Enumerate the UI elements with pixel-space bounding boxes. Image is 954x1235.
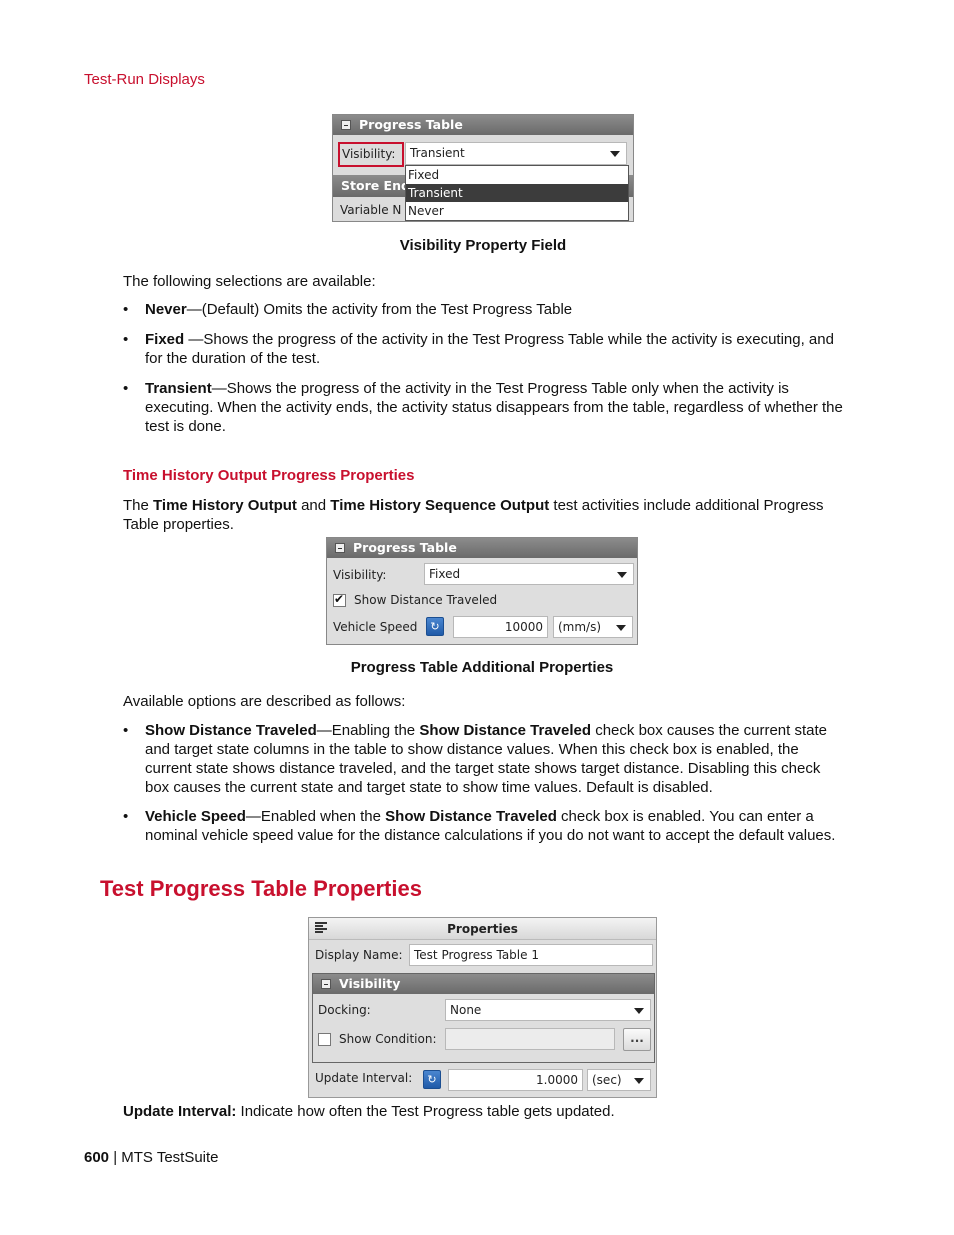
properties-title-bar: Properties — [309, 918, 656, 940]
collapse-icon[interactable] — [335, 543, 345, 553]
group-title: Progress Table — [353, 540, 457, 555]
dropdown-option-never[interactable]: Never — [406, 202, 628, 220]
running-header: Test-Run Displays — [84, 71, 205, 88]
show-distance-checkbox[interactable] — [333, 592, 346, 607]
unit-value: (sec) — [592, 1073, 622, 1087]
chevron-down-icon[interactable] — [634, 1078, 644, 1084]
docking-label: Docking: — [318, 1003, 371, 1017]
vehicle-speed-input[interactable]: 10000 — [453, 616, 548, 638]
show-condition-checkbox[interactable] — [318, 1032, 331, 1046]
list-item: • Fixed —Shows the progress of the activ… — [123, 331, 834, 367]
chevron-down-icon[interactable] — [617, 572, 627, 578]
group-title: Progress Table — [359, 117, 463, 132]
bullet-text: —Shows the progress of the activity in t… — [145, 380, 843, 435]
section-heading: Test Progress Table Properties — [100, 876, 422, 901]
progress-table-additional-properties-screenshot: Progress Table Visibility: Fixed Show Di… — [326, 537, 638, 645]
paragraph: Update Interval: Indicate how often the … — [123, 1103, 615, 1120]
show-condition-row: Show Condition: — [318, 1032, 437, 1046]
list-item: • Never—(Default) Omits the activity fro… — [123, 301, 573, 318]
update-interval-value: 1.0000 — [536, 1073, 578, 1087]
show-distance-row: Show Distance Traveled — [333, 592, 498, 607]
collapse-icon[interactable] — [321, 979, 331, 989]
dropdown-option-fixed[interactable]: Fixed — [406, 166, 628, 184]
chevron-down-icon[interactable] — [610, 151, 620, 157]
list-item: • Transient—Shows the progress of the ac… — [123, 380, 843, 435]
bullet-term: Fixed — [145, 331, 185, 348]
show-condition-input[interactable] — [445, 1028, 615, 1050]
properties-list-icon — [315, 922, 327, 935]
visibility-dropdown-list: Fixed Transient Never — [405, 165, 629, 221]
show-condition-label: Show Condition: — [339, 1032, 437, 1046]
paragraph: Available options are described as follo… — [123, 693, 406, 710]
figure-caption: Progress Table Additional Properties — [350, 659, 614, 676]
visibility-group-header[interactable]: Visibility — [313, 974, 654, 994]
paragraph: The following selections are available: — [123, 273, 376, 290]
figure-caption: Visibility Property Field — [399, 237, 567, 254]
visibility-group: Visibility Docking: None Show Condition:… — [312, 973, 655, 1063]
display-name-value: Test Progress Table 1 — [414, 948, 539, 962]
group-title: Store End — [341, 178, 410, 193]
show-distance-label: Show Distance Traveled — [354, 593, 498, 607]
chevron-down-icon[interactable] — [634, 1008, 644, 1014]
bullet-text: —Shows the progress of the activity in t… — [145, 331, 834, 367]
refresh-units-icon[interactable]: ↻ — [423, 1070, 441, 1089]
test-progress-table-properties-screenshot: Properties Display Name: Test Progress T… — [308, 917, 657, 1098]
update-interval-label: Update Interval: — [315, 1071, 413, 1085]
list-item: • Show Distance Traveled—Enabling the Sh… — [123, 722, 828, 796]
docking-dropdown[interactable]: None — [445, 999, 651, 1021]
visibility-dropdown[interactable]: Fixed — [424, 563, 634, 585]
dropdown-option-transient[interactable]: Transient — [406, 184, 628, 202]
list-item: • Vehicle Speed—Enabled when the Show Di… — [123, 808, 836, 844]
page-footer: 600 | MTS TestSuite — [84, 1149, 219, 1166]
collapse-icon[interactable] — [341, 120, 351, 130]
bullet-term: Transient — [145, 380, 212, 397]
section-heading: Time History Output Progress Properties — [123, 467, 415, 484]
visibility-dropdown-value: Fixed — [429, 567, 461, 581]
properties-title: Properties — [447, 922, 518, 936]
bullet-text: —(Default) Omits the activity from the T… — [186, 301, 573, 318]
visibility-dropdown-value: Transient — [410, 146, 465, 160]
visibility-label-highlighted: Visibility: — [338, 142, 404, 167]
visibility-label: Visibility: — [333, 568, 387, 582]
bullet-term: Never — [145, 301, 187, 318]
vehicle-speed-unit-dropdown[interactable]: (mm/s) — [553, 616, 633, 638]
progress-table-group-header[interactable]: Progress Table — [327, 538, 637, 558]
refresh-units-icon[interactable]: ↻ — [426, 617, 444, 636]
variable-name-label: Variable N — [340, 203, 402, 217]
chevron-down-icon[interactable] — [616, 625, 626, 631]
paragraph: The Time History Output and Time History… — [123, 497, 824, 533]
ellipsis-button[interactable]: ... — [623, 1028, 651, 1051]
group-title: Visibility — [339, 976, 401, 991]
visibility-property-screenshot: Progress Table Visibility: Transient Sto… — [332, 114, 634, 222]
vehicle-speed-value: 10000 — [504, 620, 543, 634]
display-name-input[interactable]: Test Progress Table 1 — [409, 944, 653, 966]
unit-value: (mm/s) — [558, 620, 602, 634]
display-name-label: Display Name: — [315, 948, 403, 962]
update-interval-input[interactable]: 1.0000 — [448, 1069, 583, 1091]
product-name: MTS TestSuite — [121, 1149, 219, 1166]
visibility-dropdown[interactable]: Transient — [405, 142, 627, 165]
progress-table-group-header[interactable]: Progress Table — [333, 115, 633, 135]
vehicle-speed-label: Vehicle Speed — [333, 620, 418, 634]
page-number: 600 — [84, 1149, 110, 1166]
docking-value: None — [450, 1003, 482, 1017]
update-interval-unit-dropdown[interactable]: (sec) — [587, 1069, 651, 1091]
